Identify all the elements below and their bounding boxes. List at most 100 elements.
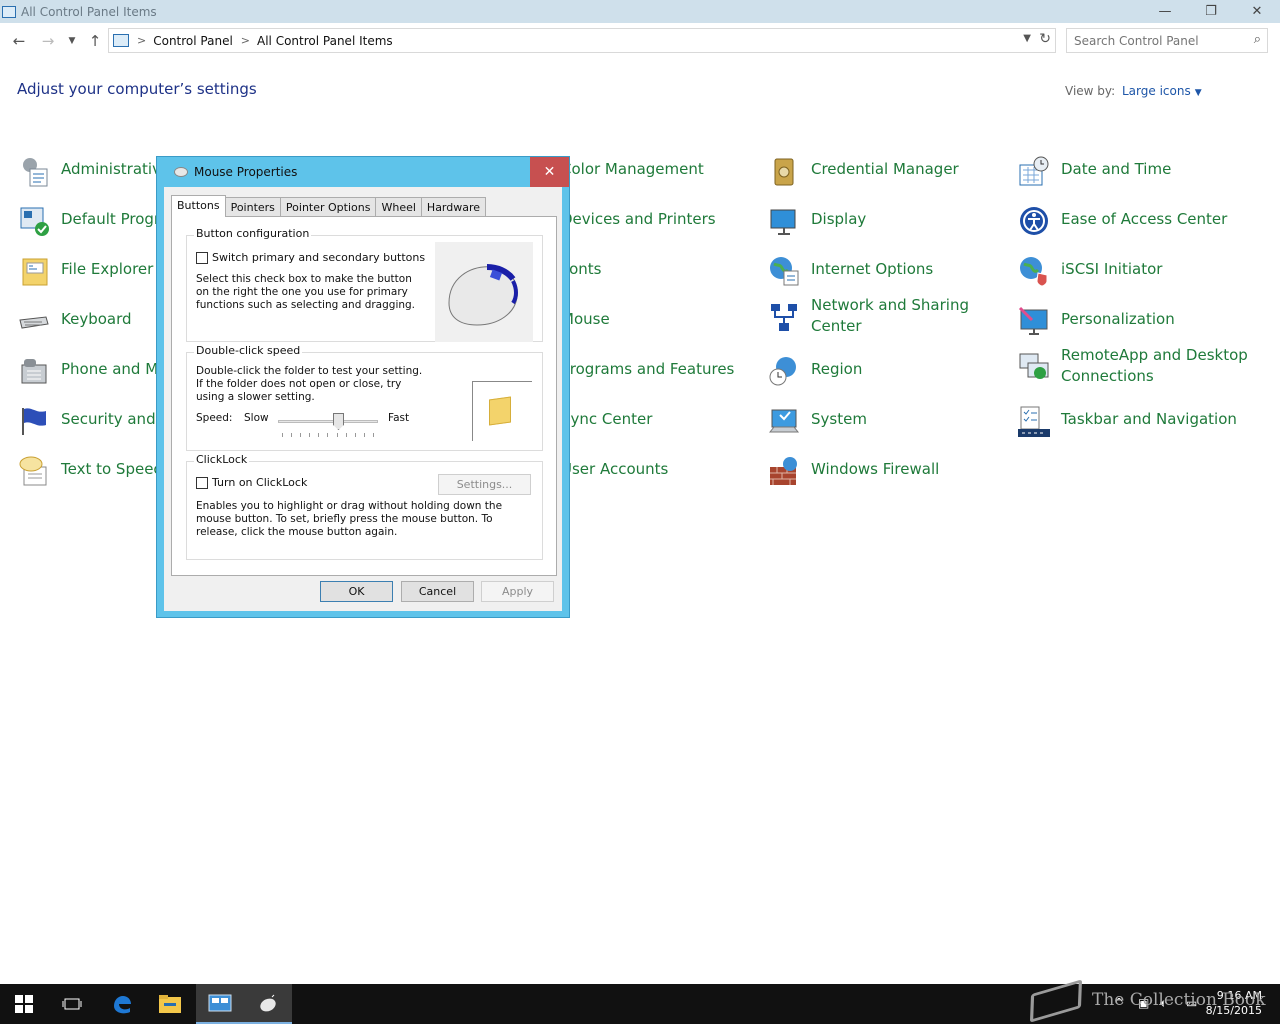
item-label: Color Management	[561, 160, 704, 178]
task-view-icon	[62, 998, 82, 1010]
taskbar-file-explorer[interactable]	[146, 984, 194, 1024]
item-ease-of-access-center[interactable]: Ease of Access Center	[1018, 205, 1227, 237]
dialog-body: Buttons Pointers Pointer Options Wheel H…	[164, 187, 562, 611]
minimize-button[interactable]: —	[1142, 0, 1188, 23]
close-button[interactable]: ✕	[1234, 0, 1280, 23]
tab-pointer-options[interactable]: Pointer Options	[279, 197, 377, 217]
item-label: Text to Speech	[61, 460, 172, 478]
tab-pointers[interactable]: Pointers	[224, 197, 281, 217]
cancel-button[interactable]: Cancel	[401, 581, 474, 602]
start-button[interactable]	[0, 984, 48, 1024]
item-date-and-time[interactable]: Date and Time	[1018, 155, 1171, 187]
item-keyboard[interactable]: Keyboard	[18, 305, 132, 337]
item-display[interactable]: Display	[768, 205, 866, 237]
search-box[interactable]: ⌕	[1066, 28, 1268, 53]
slow-label: Slow	[244, 412, 269, 424]
item-label: User Accounts	[561, 460, 669, 478]
item-label: Region	[811, 360, 863, 378]
credential-manager-icon	[774, 158, 794, 186]
task-view-button[interactable]	[48, 984, 96, 1024]
switch-buttons-checkbox[interactable]: Switch primary and secondary buttons	[196, 251, 425, 264]
item-text-to-speech[interactable]: Text to Speech	[18, 455, 171, 487]
group-title: ClickLock	[194, 453, 250, 466]
item-label: Credential Manager	[811, 160, 959, 178]
tab-wheel[interactable]: Wheel	[375, 197, 422, 217]
date-time-icon	[1019, 156, 1049, 186]
windows-logo-icon	[15, 995, 33, 1013]
dialog-title: Mouse Properties	[194, 165, 298, 179]
item-label: Devices and Printers	[561, 210, 716, 228]
remoteapp-icon	[1019, 353, 1049, 379]
clicklock-group: ClickLock Turn on ClickLock Settings... …	[186, 453, 543, 560]
search-icon[interactable]: ⌕	[1254, 32, 1261, 47]
internet-options-icon	[770, 257, 799, 286]
region-icon	[769, 357, 796, 386]
item-personalization[interactable]: Personalization	[1018, 305, 1175, 337]
group-title: Double-click speed	[194, 344, 303, 357]
display-icon	[770, 209, 796, 235]
clicklock-settings-button[interactable]: Settings...	[438, 474, 531, 495]
window-titlebar: All Control Panel Items — ❐ ✕	[0, 0, 1280, 23]
search-input[interactable]	[1074, 33, 1244, 48]
speed-label: Speed:	[196, 412, 233, 424]
control-panel-icon	[2, 5, 16, 18]
test-folder[interactable]	[472, 381, 532, 441]
taskbar-edge[interactable]	[98, 984, 146, 1024]
item-label: System	[811, 410, 867, 428]
taskbar-control-panel[interactable]	[196, 984, 244, 1024]
recent-locations-chevron-icon[interactable]: ▼	[62, 31, 82, 51]
back-arrow-icon[interactable]: ←	[9, 31, 29, 51]
item-credential-manager[interactable]: Credential Manager	[768, 155, 959, 187]
tab-hardware[interactable]: Hardware	[420, 197, 487, 217]
mouse-icon	[174, 167, 188, 177]
item-windows-firewall[interactable]: Windows Firewall	[768, 455, 939, 487]
double-click-description: Double-click the folder to test your set…	[196, 365, 423, 403]
item-label: Sync Center	[561, 410, 653, 428]
speed-slider-track[interactable]	[278, 420, 378, 423]
breadcrumb-all-items[interactable]: All Control Panel Items	[257, 34, 393, 48]
ok-button[interactable]: OK	[320, 581, 393, 602]
forward-arrow-icon[interactable]: →	[38, 31, 58, 51]
checkbox-box[interactable]	[196, 251, 208, 264]
slider-ticks	[282, 433, 374, 437]
checkbox-box[interactable]	[196, 476, 208, 489]
item-taskbar-and-navigation[interactable]: Taskbar and Navigation	[1018, 405, 1237, 437]
item-iscsi-initiator[interactable]: iSCSI Initiator	[1018, 255, 1162, 287]
address-dropdown-chevron-icon[interactable]: ▼	[1023, 33, 1031, 44]
breadcrumb-control-panel[interactable]: Control Panel	[153, 34, 233, 48]
item-remoteapp-and-desktop-connections[interactable]: RemoteApp and Desktop Connections	[1018, 345, 1251, 387]
keyboard-icon	[19, 316, 49, 329]
item-network-and-sharing-center[interactable]: Network and Sharing Center	[768, 295, 1001, 337]
item-label: Personalization	[1061, 310, 1175, 328]
firewall-icon	[770, 457, 797, 485]
address-bar[interactable]: > Control Panel > All Control Panel Item…	[108, 28, 1056, 53]
dialog-titlebar[interactable]: Mouse Properties	[157, 157, 569, 187]
checkbox-label: Turn on ClickLock	[212, 476, 308, 489]
clicklock-checkbox[interactable]: Turn on ClickLock	[196, 476, 307, 489]
tab-buttons[interactable]: Buttons	[171, 195, 226, 217]
clicklock-description: Enables you to highlight or drag without…	[196, 500, 503, 538]
item-label: Date and Time	[1061, 160, 1172, 178]
mouse-properties-dialog: Mouse Properties ✕ Buttons Pointers Poin…	[156, 156, 570, 618]
window-title: All Control Panel Items	[21, 4, 157, 19]
dialog-close-button[interactable]: ✕	[530, 157, 569, 187]
taskbar-mouse-properties[interactable]	[244, 984, 292, 1024]
up-arrow-icon[interactable]: ↑	[85, 31, 105, 51]
view-by-label: View by:	[1065, 84, 1116, 98]
item-label: Programs and Features	[561, 360, 735, 378]
iscsi-icon	[1020, 257, 1048, 287]
speed-slider-thumb[interactable]	[333, 413, 344, 430]
button-configuration-group: Button configuration Switch primary and …	[186, 227, 543, 342]
item-internet-options[interactable]: Internet Options	[768, 255, 933, 287]
refresh-icon[interactable]: ↻	[1039, 31, 1051, 47]
double-click-speed-group: Double-click speed Double-click the fold…	[186, 344, 543, 451]
apply-button[interactable]: Apply	[481, 581, 554, 602]
phone-modem-icon	[21, 359, 47, 384]
view-by-dropdown[interactable]: Large icons ▼	[1122, 84, 1202, 98]
item-system[interactable]: System	[768, 405, 867, 437]
item-region[interactable]: Region	[768, 355, 862, 387]
view-by-value: Large icons	[1122, 84, 1191, 98]
restore-button[interactable]: ❐	[1188, 0, 1234, 23]
folder-icon	[489, 396, 511, 426]
file-explorer-options-icon	[22, 258, 48, 286]
